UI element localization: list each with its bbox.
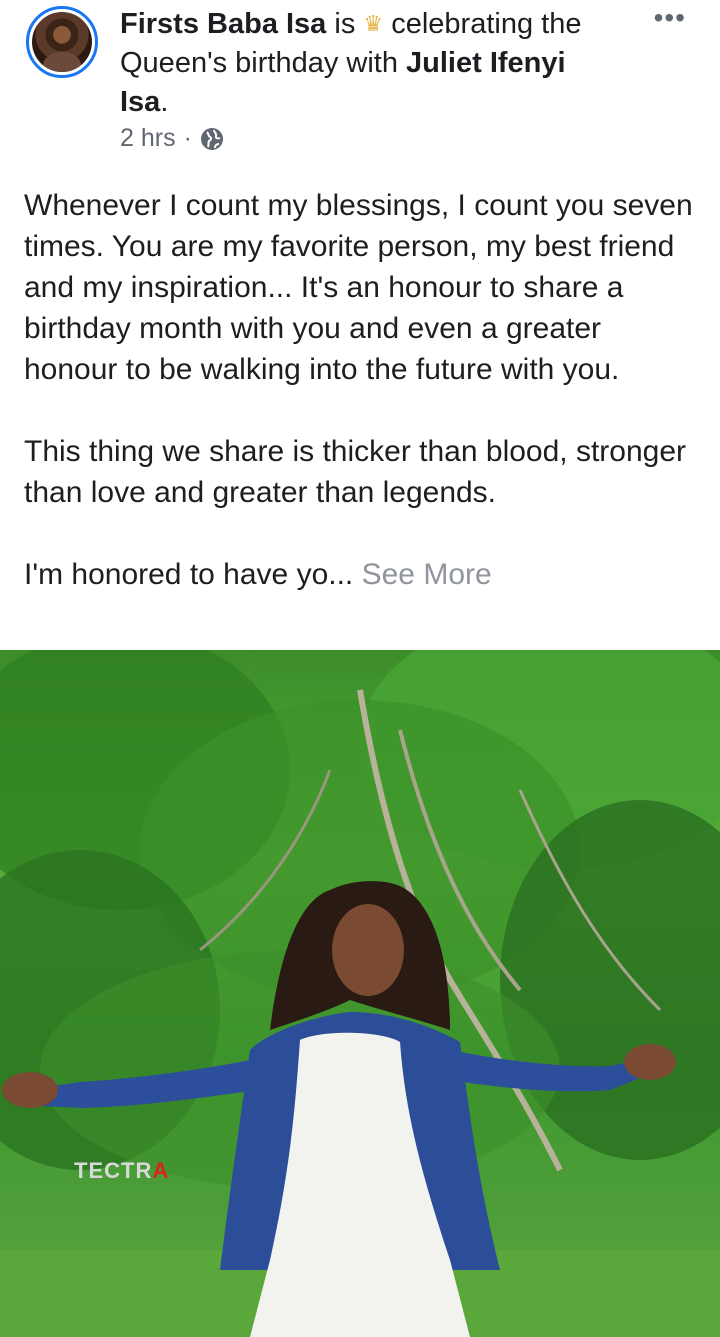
photo-illustration [0,650,720,1337]
globe-icon[interactable] [200,127,224,151]
photo-watermark: TECTRA [74,1158,169,1184]
watermark-accent: A [152,1158,170,1183]
post-paragraph: This thing we share is thicker than bloo… [24,435,687,509]
more-options-button[interactable]: ••• [654,4,686,32]
more-dots-icon: ••• [653,2,686,33]
avatar-photo [32,12,92,72]
verb: is [334,8,356,40]
post-body: Whenever I count my blessings, I count y… [24,185,696,636]
see-more-link[interactable]: See More [362,558,492,591]
post-headline: Firsts Baba Isa is ♛ celebrating the Que… [120,4,620,122]
post-paragraph: Whenever I count my blessings, I count y… [24,189,693,386]
post-header: Firsts Baba Isa is ♛ celebrating the Que… [0,0,720,165]
author-name[interactable]: Firsts Baba Isa [120,8,326,40]
post-time[interactable]: 2 hrs [120,124,176,153]
post-photo[interactable]: TECTRA [0,650,720,1337]
post-truncated-line: I'm honored to have yo... See More [24,554,696,595]
headline-period: . [160,86,169,118]
crown-icon: ♛ [363,11,384,36]
truncated-text: I'm honored to have yo... [24,558,354,591]
watermark-text: TECTR [74,1158,153,1183]
post-meta: 2 hrs · [120,124,224,153]
meta-separator: · [183,124,192,152]
author-avatar[interactable] [26,6,98,78]
